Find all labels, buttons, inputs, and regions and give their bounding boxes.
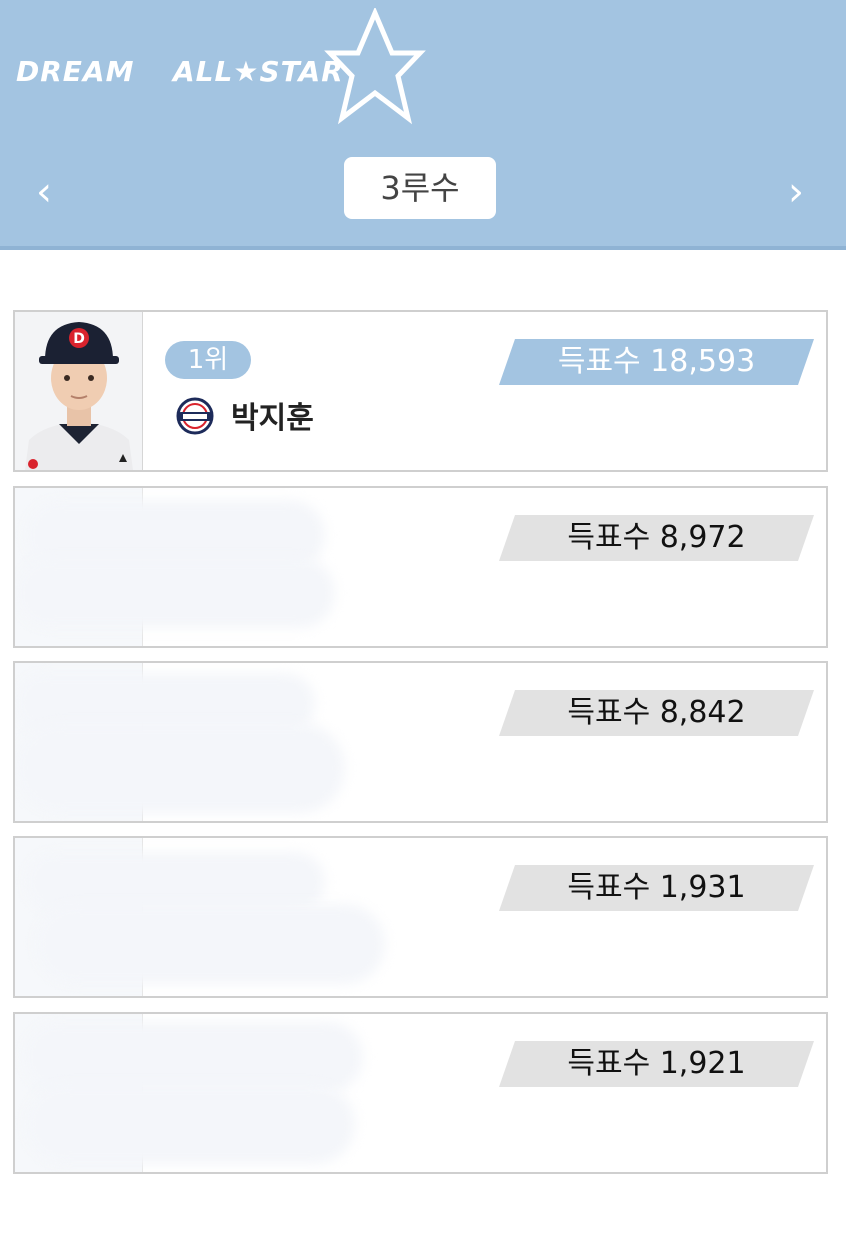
vote-count: 득표수 1,931 <box>499 865 814 911</box>
redaction <box>15 558 335 628</box>
vote-count: 득표수 1,921 <box>499 1041 814 1087</box>
player-card[interactable]: D 1위 박지훈 득표수 18,593 <box>13 310 828 472</box>
redaction <box>35 904 385 984</box>
player-card[interactable]: 득표수 8,972 <box>13 486 828 648</box>
redaction <box>15 723 345 813</box>
redaction <box>23 1022 363 1092</box>
rank-badge: 1위 <box>165 341 251 379</box>
vote-count: 득표수 8,972 <box>499 515 814 561</box>
logo-text-dream: DREAM <box>16 55 135 88</box>
chevron-left-icon[interactable]: ‹ <box>24 170 64 214</box>
player-card[interactable]: 득표수 8,842 <box>13 661 828 823</box>
header: DREAM ALL★STAR ‹ 3루수 › <box>0 0 846 250</box>
position-label: 3루수 <box>344 157 496 219</box>
player-photo: D <box>15 312 143 470</box>
player-card[interactable]: 득표수 1,921 <box>13 1012 828 1174</box>
bears-logo-icon <box>176 397 214 435</box>
player-name: 박지훈 <box>231 401 314 436</box>
logo-text-allstar: ALL★STAR <box>173 55 344 88</box>
chevron-right-icon[interactable]: › <box>776 170 816 214</box>
vote-count: 득표수 8,842 <box>499 690 814 736</box>
player-card[interactable]: 득표수 1,931 <box>13 836 828 998</box>
svg-text:D: D <box>73 331 85 347</box>
vote-count: 득표수 18,593 <box>499 339 814 385</box>
redaction <box>25 1084 355 1164</box>
redaction <box>25 852 325 912</box>
